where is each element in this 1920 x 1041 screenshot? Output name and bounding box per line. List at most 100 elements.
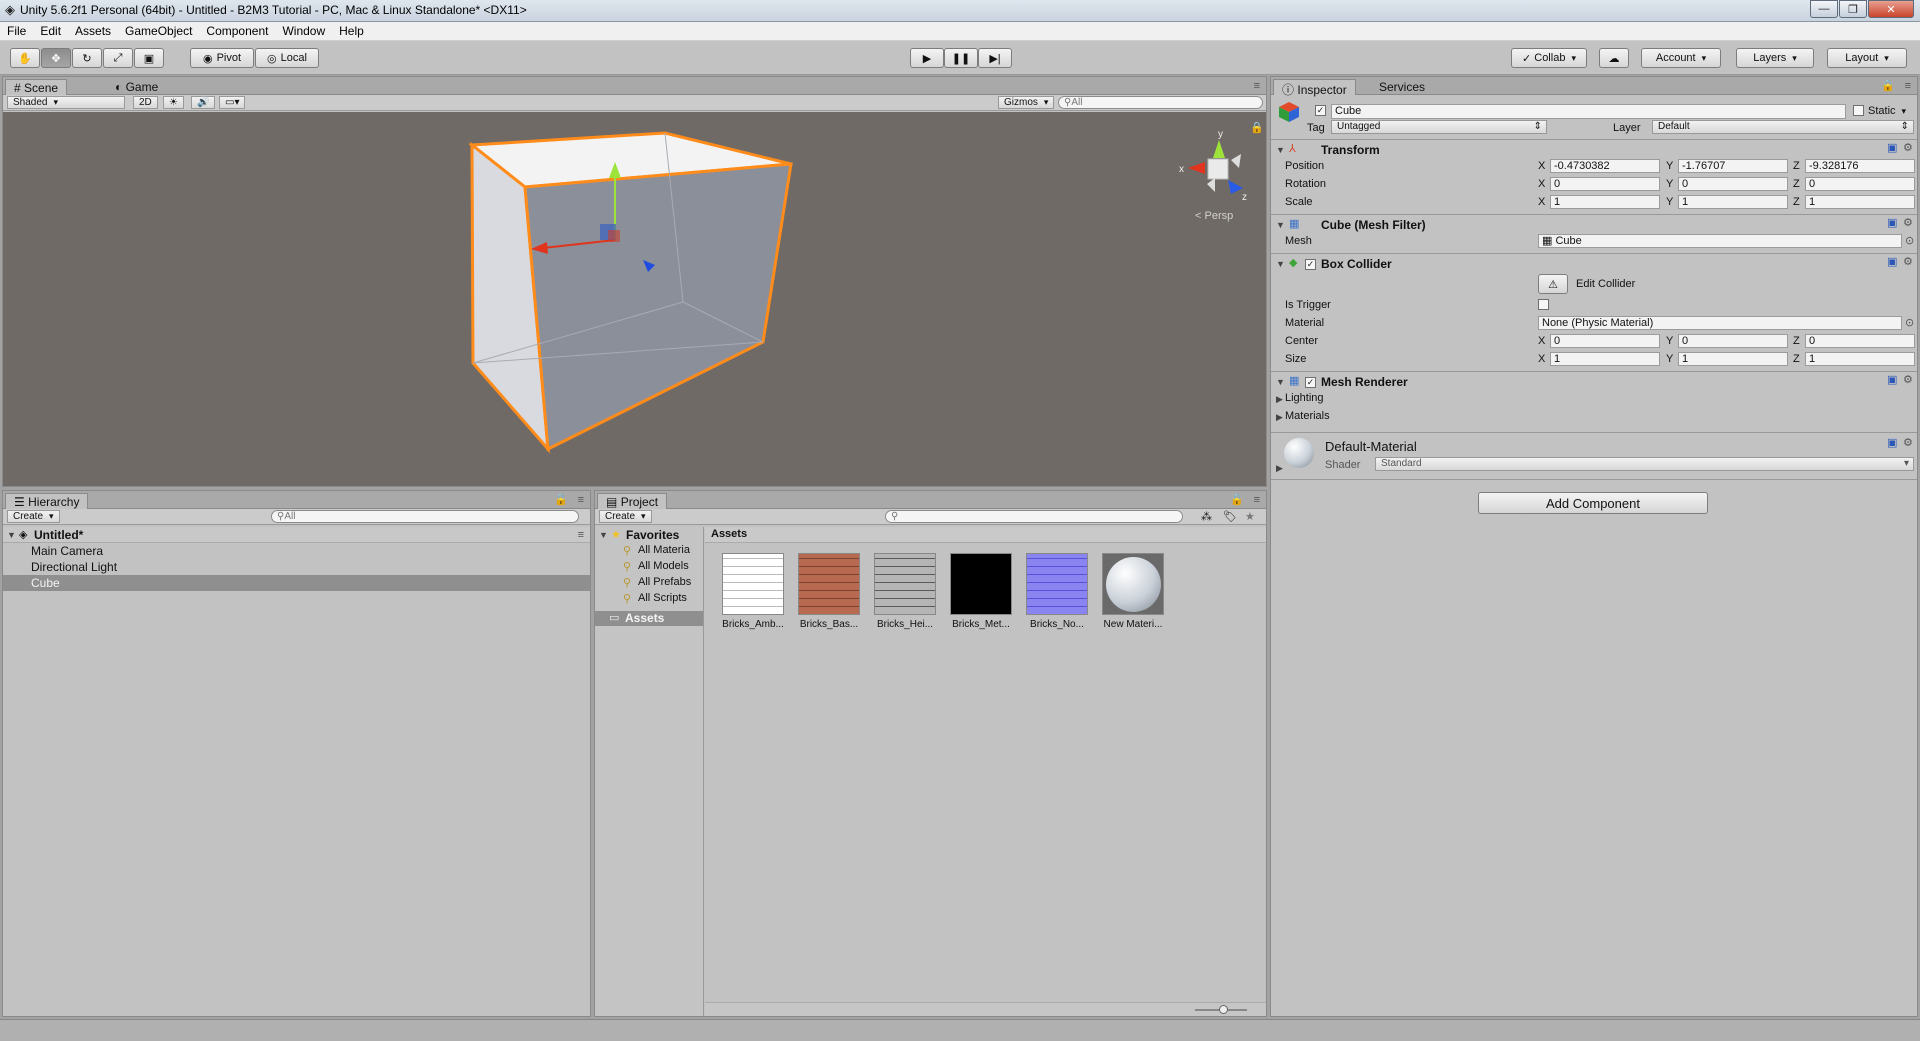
size-y-field[interactable]: 1	[1678, 352, 1788, 366]
size-z-field[interactable]: 1	[1805, 352, 1915, 366]
lighting-toggle[interactable]: ☀	[163, 96, 184, 109]
audio-toggle[interactable]: 🔊	[191, 96, 216, 109]
asset-thumb-bricks-normal[interactable]	[1026, 553, 1088, 615]
pivot-toggle[interactable]: ◉ Pivot	[190, 48, 254, 68]
scene-search-input[interactable]: ⚲All	[1058, 96, 1263, 109]
object-name-input[interactable]: Cube	[1331, 104, 1846, 119]
static-checkbox[interactable]	[1853, 105, 1864, 116]
size-x-field[interactable]: 1	[1550, 352, 1660, 366]
position-z-field[interactable]: -9.328176	[1805, 159, 1915, 173]
box-collider-enabled-checkbox[interactable]: ✓	[1305, 259, 1316, 270]
add-component-button[interactable]: Add Component	[1478, 492, 1708, 514]
account-dropdown[interactable]: Account	[1641, 48, 1721, 68]
is-trigger-checkbox[interactable]	[1538, 299, 1549, 310]
hand-tool-button[interactable]: ✋	[10, 48, 40, 68]
menu-file[interactable]: File	[0, 22, 33, 40]
help-icon[interactable]: ▣	[1887, 142, 1897, 154]
gear-icon[interactable]: ⚙	[1903, 256, 1913, 268]
object-picker-icon[interactable]: ⊙	[1905, 317, 1914, 329]
search-by-label-icon[interactable]: 🏷	[1223, 511, 1237, 523]
help-icon[interactable]: ▣	[1887, 374, 1897, 386]
collapse-arrow-icon[interactable]: ▶	[1276, 394, 1283, 405]
menu-edit[interactable]: Edit	[33, 22, 68, 40]
hierarchy-item-cube-selected[interactable]: Cube	[3, 575, 590, 591]
shading-mode-dropdown[interactable]: Shaded	[7, 96, 125, 109]
center-x-field[interactable]: 0	[1550, 334, 1660, 348]
active-checkbox[interactable]: ✓	[1315, 105, 1326, 116]
expand-arrow-icon[interactable]: ▼	[7, 530, 16, 540]
help-icon[interactable]: ▣	[1887, 256, 1897, 268]
scale-x-field[interactable]: 1	[1550, 195, 1660, 209]
position-x-field[interactable]: -0.4730382	[1550, 159, 1660, 173]
expand-arrow-icon[interactable]: ▼	[1276, 377, 1285, 387]
favorites-label[interactable]: Favorites	[626, 528, 679, 542]
menu-help[interactable]: Help	[332, 22, 371, 40]
tag-dropdown[interactable]: Untagged ⇕	[1331, 120, 1547, 134]
selected-cube[interactable]	[468, 131, 793, 454]
scale-tool-button[interactable]: ⤢	[103, 48, 133, 68]
tab-project[interactable]: ▤ Project	[597, 493, 668, 509]
project-search-input[interactable]: ⚲	[885, 510, 1183, 523]
menu-component[interactable]: Component	[199, 22, 275, 40]
tab-game[interactable]: ◐ Game	[107, 79, 166, 95]
tab-hierarchy[interactable]: ☰ Hierarchy	[5, 493, 89, 509]
edit-collider-button[interactable]: ⚠	[1538, 274, 1568, 294]
hierarchy-create-button[interactable]: Create	[7, 510, 60, 523]
scene-menu-icon[interactable]: ≡	[578, 529, 584, 541]
center-y-field[interactable]: 0	[1678, 334, 1788, 348]
step-button[interactable]: ▶|	[978, 48, 1012, 68]
expand-arrow-icon[interactable]: ▼	[1276, 220, 1285, 230]
gear-icon[interactable]: ⚙	[1903, 142, 1913, 154]
project-create-button[interactable]: Create	[599, 510, 652, 523]
cloud-button[interactable]: ☁	[1599, 48, 1629, 68]
fav-all-materials[interactable]: All Materia	[638, 544, 690, 556]
help-icon[interactable]: ▣	[1887, 437, 1897, 449]
panel-menu-icon[interactable]: ≡	[1905, 80, 1911, 92]
rotation-z-field[interactable]: 0	[1805, 177, 1915, 191]
collider-material-field[interactable]: None (Physic Material)	[1538, 316, 1902, 330]
asset-thumb-bricks-height[interactable]	[874, 553, 936, 615]
minimize-button[interactable]: —	[1810, 0, 1838, 18]
layer-dropdown[interactable]: Default ⇕	[1652, 120, 1914, 134]
gear-icon[interactable]: ⚙	[1903, 437, 1913, 449]
fav-all-prefabs[interactable]: All Prefabs	[638, 576, 691, 588]
collapse-arrow-icon[interactable]: ▶	[1276, 412, 1283, 423]
orientation-gizmo[interactable]	[1188, 140, 1243, 194]
gizmos-dropdown[interactable]: Gizmos	[998, 96, 1055, 109]
materials-foldout[interactable]: Materials	[1285, 410, 1330, 422]
tab-services[interactable]: Services	[1371, 79, 1433, 95]
assets-header-label[interactable]: Assets	[711, 528, 747, 540]
position-y-field[interactable]: -1.76707	[1678, 159, 1788, 173]
lock-icon[interactable]: 🔒	[1881, 80, 1895, 92]
rotation-y-field[interactable]: 0	[1678, 177, 1788, 191]
effects-dropdown[interactable]: ▭▾	[219, 96, 246, 109]
panel-menu-icon[interactable]: ≡	[578, 494, 584, 506]
mesh-renderer-enabled-checkbox[interactable]: ✓	[1305, 377, 1316, 388]
help-icon[interactable]: ▣	[1887, 217, 1897, 229]
shader-dropdown[interactable]: Standard ▾	[1375, 457, 1914, 471]
gear-icon[interactable]: ⚙	[1903, 217, 1913, 229]
asset-thumb-new-material[interactable]	[1102, 553, 1164, 615]
rect-tool-button[interactable]: ▣	[134, 48, 164, 68]
expand-arrow-icon[interactable]: ▼	[1276, 259, 1285, 269]
collapse-arrow-icon[interactable]: ▶	[1276, 463, 1283, 474]
mesh-field[interactable]: ▦ Cube	[1538, 234, 1902, 248]
hierarchy-item-directional-light[interactable]: Directional Light	[31, 560, 117, 574]
gear-icon[interactable]: ⚙	[1903, 374, 1913, 386]
hierarchy-item-main-camera[interactable]: Main Camera	[31, 544, 103, 558]
scene-row[interactable]: ▼ ◈ Untitled* ≡	[3, 527, 590, 543]
panel-menu-icon[interactable]: ≡	[1254, 80, 1260, 92]
asset-thumb-bricks-base[interactable]	[798, 553, 860, 615]
layout-dropdown[interactable]: Layout	[1827, 48, 1907, 68]
close-button[interactable]: ✕	[1868, 0, 1914, 18]
collab-dropdown[interactable]: ✓ Collab	[1511, 48, 1587, 68]
object-picker-icon[interactable]: ⊙	[1905, 235, 1914, 247]
rotation-x-field[interactable]: 0	[1550, 177, 1660, 191]
lock-icon[interactable]: 🔒	[554, 494, 568, 506]
play-button[interactable]: ▶	[910, 48, 944, 68]
persp-label[interactable]: < Persp	[1195, 210, 1233, 222]
center-z-field[interactable]: 0	[1805, 334, 1915, 348]
favorite-star-icon[interactable]: ★	[1245, 511, 1255, 523]
fav-all-models[interactable]: All Models	[638, 560, 689, 572]
maximize-button[interactable]: ❐	[1839, 0, 1867, 18]
